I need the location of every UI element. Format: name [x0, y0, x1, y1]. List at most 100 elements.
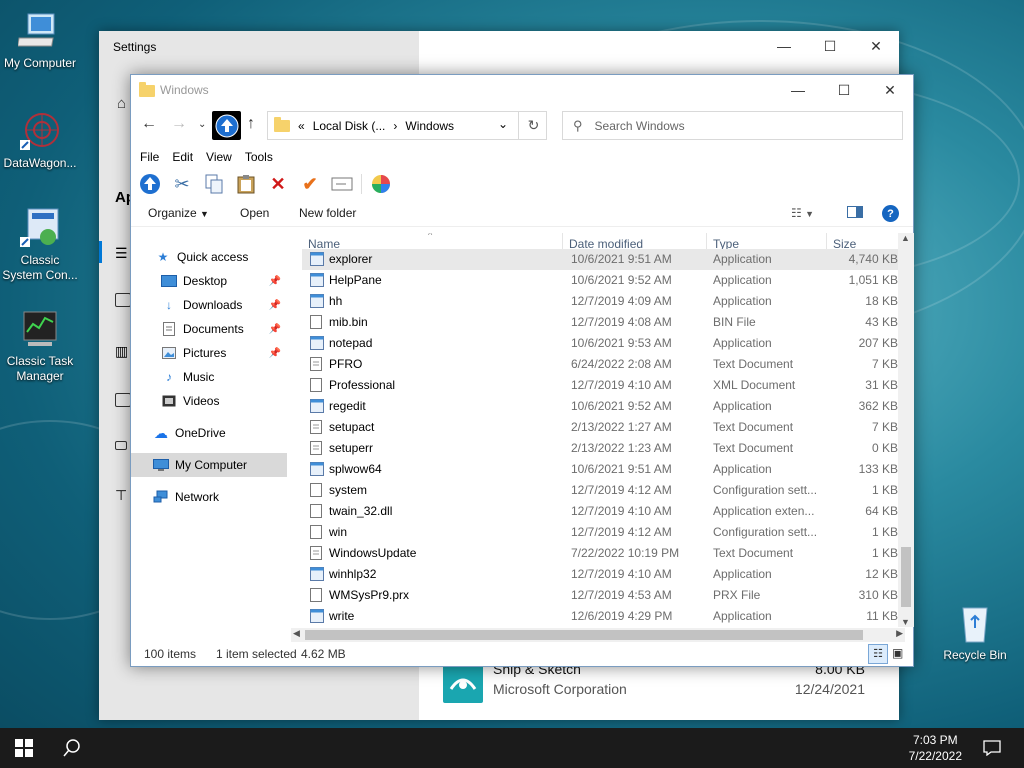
- nav-music[interactable]: ♪ Music: [161, 365, 287, 389]
- desktop-icon-datawagon[interactable]: DataWagon...: [0, 110, 80, 171]
- file-row[interactable]: WindowsUpdate 7/22/2022 10:19 PM Text Docu…: [302, 543, 902, 564]
- breadcrumb-windows[interactable]: Windows: [405, 119, 454, 133]
- rename-icon[interactable]: [329, 172, 355, 196]
- scroll-up-icon[interactable]: ▲: [901, 233, 910, 243]
- apply-check-icon[interactable]: ✔: [297, 172, 323, 196]
- nav-desktop[interactable]: Desktop 📌: [161, 269, 287, 293]
- nav-onedrive[interactable]: ☁ OneDrive: [153, 421, 309, 445]
- nav-quick-access[interactable]: ★ Quick access: [155, 245, 311, 269]
- file-row[interactable]: explorer 10/6/2021 9:51 AM Application 4,74…: [302, 249, 902, 270]
- file-type: Text Document: [713, 420, 794, 434]
- taskbar-clock[interactable]: 7:03 PM 7/22/2022: [909, 732, 962, 764]
- offline-maps-icon[interactable]: ▥: [115, 343, 131, 359]
- paste-icon[interactable]: [233, 172, 259, 196]
- up-folder-icon[interactable]: [137, 172, 163, 196]
- menu-view[interactable]: View: [206, 150, 239, 164]
- scroll-down-icon[interactable]: ▼: [901, 617, 910, 627]
- apps-websites-icon[interactable]: [115, 393, 131, 407]
- breadcrumb-separator[interactable]: ›: [393, 119, 397, 133]
- organize-button[interactable]: Organize ▼: [148, 206, 209, 220]
- search-button[interactable]: [48, 728, 96, 768]
- video-playback-icon[interactable]: [115, 441, 127, 450]
- file-row[interactable]: notepad 10/6/2021 9:53 AM Application 207 K…: [302, 333, 902, 354]
- menu-file[interactable]: File: [140, 150, 166, 164]
- file-row[interactable]: WMSysPr9.prx 12/7/2019 4:53 AM PRX File 310…: [302, 585, 902, 606]
- menu-edit[interactable]: Edit: [172, 150, 200, 164]
- file-row[interactable]: setuperr 2/13/2022 1:23 AM Text Document 0 …: [302, 438, 902, 459]
- file-row[interactable]: regedit 10/6/2021 9:52 AM Application 362 K…: [302, 396, 902, 417]
- file-row[interactable]: mib.bin 12/7/2019 4:08 AM BIN File 43 KB: [302, 312, 902, 333]
- forward-arrow-icon[interactable]: →: [171, 115, 187, 133]
- desktop-icon-classic-system-control[interactable]: Classic System Con...: [0, 207, 80, 283]
- scroll-right-icon[interactable]: ▶: [896, 628, 903, 639]
- default-apps-icon[interactable]: [115, 293, 131, 307]
- large-icons-view-icon[interactable]: ▣: [892, 646, 903, 660]
- vertical-scrollbar[interactable]: ▲ ▼: [898, 233, 914, 627]
- file-row[interactable]: twain_32.dll 12/7/2019 4:10 AM Application…: [302, 501, 902, 522]
- file-row[interactable]: splwow64 10/6/2021 9:51 AM Application 133 …: [302, 459, 902, 480]
- recent-dropdown-icon[interactable]: ⌄: [198, 119, 206, 130]
- new-folder-button[interactable]: New folder: [299, 206, 356, 220]
- start-button[interactable]: [0, 728, 48, 768]
- desktop-icon-classic-task-manager[interactable]: Classic Task Manager: [0, 308, 80, 384]
- address-overflow[interactable]: «: [298, 119, 305, 133]
- nav-downloads[interactable]: ↓ Downloads 📌: [161, 293, 287, 317]
- copy-icon[interactable]: [201, 172, 227, 196]
- file-row[interactable]: winhlp32 12/7/2019 4:10 AM Application 12 K…: [302, 564, 902, 585]
- back-arrow-icon[interactable]: ←: [141, 115, 157, 133]
- up-arrow-icon[interactable]: ↑: [247, 115, 255, 133]
- preview-pane-icon[interactable]: [847, 206, 863, 221]
- file-row[interactable]: system 12/7/2019 4:12 AM Configuration set…: [302, 480, 902, 501]
- help-icon[interactable]: ?: [882, 205, 899, 222]
- breadcrumb-local-disk[interactable]: Local Disk (...: [313, 119, 386, 133]
- nav-network[interactable]: Network: [153, 485, 309, 509]
- horizontal-scrollbar[interactable]: ◀ ▶: [291, 628, 905, 642]
- file-row[interactable]: hh 12/7/2019 4:09 AM Application 18 KB: [302, 291, 902, 312]
- properties-icon[interactable]: [368, 172, 394, 196]
- file-row[interactable]: Professional 12/7/2019 4:10 AM XML Documen…: [302, 375, 902, 396]
- close-button[interactable]: ✕: [853, 31, 899, 61]
- file-row[interactable]: HelpPane 10/6/2021 9:52 AM Application 1,05…: [302, 270, 902, 291]
- up-level-icon[interactable]: [212, 111, 241, 140]
- home-icon[interactable]: ⌂: [117, 95, 126, 112]
- desktop-icon-my-computer[interactable]: My Computer: [0, 10, 80, 71]
- maximize-button[interactable]: ☐: [821, 75, 867, 105]
- nav-label: Videos: [183, 394, 220, 408]
- file-row[interactable]: win 12/7/2019 4:12 AM Configuration sett..…: [302, 522, 902, 543]
- nav-videos[interactable]: Videos: [161, 389, 287, 413]
- details-view-icon[interactable]: ☷: [868, 644, 888, 664]
- refresh-button[interactable]: ↻: [518, 111, 548, 140]
- scroll-left-icon[interactable]: ◀: [293, 628, 300, 639]
- scroll-thumb[interactable]: [901, 547, 911, 607]
- nav-pictures[interactable]: Pictures 📌: [161, 341, 287, 365]
- scroll-thumb[interactable]: [305, 630, 863, 640]
- pin-icon[interactable]: 📌: [269, 348, 281, 359]
- file-date: 12/6/2019 4:29 PM: [571, 609, 673, 623]
- app-list-item-snip-sketch[interactable]: Snip & Sketch Microsoft Corporation 8.00…: [443, 661, 873, 711]
- search-box[interactable]: ⚲ Search Windows: [562, 111, 903, 140]
- file-row[interactable]: write 12/6/2019 4:29 PM Application 11 KB: [302, 606, 902, 627]
- close-button[interactable]: ✕: [867, 75, 913, 105]
- pin-icon[interactable]: 📌: [269, 300, 281, 311]
- address-dropdown-icon[interactable]: ⌄: [498, 117, 508, 131]
- nav-documents[interactable]: Documents 📌: [161, 317, 287, 341]
- notification-center-button[interactable]: [968, 728, 1016, 768]
- menu-tools[interactable]: Tools: [245, 150, 280, 164]
- file-row[interactable]: setupact 2/13/2022 1:27 AM Text Document 7 …: [302, 417, 902, 438]
- pin-icon[interactable]: 📌: [269, 276, 281, 287]
- explorer-titlebar[interactable]: Windows — ☐ ✕: [131, 75, 913, 107]
- address-bar[interactable]: « Local Disk (... › Windows ⌄: [267, 111, 547, 140]
- open-button[interactable]: Open: [240, 206, 269, 220]
- file-row[interactable]: PFRO 6/24/2022 2:08 AM Text Document 7 KB: [302, 354, 902, 375]
- maximize-button[interactable]: ☐: [807, 31, 853, 61]
- apps-features-icon[interactable]: ☰: [115, 245, 131, 261]
- delete-icon[interactable]: ✕: [265, 172, 291, 196]
- nav-my-computer[interactable]: My Computer: [131, 453, 287, 477]
- minimize-button[interactable]: —: [761, 31, 807, 61]
- view-options-icon[interactable]: ☷ ▼: [791, 206, 814, 220]
- minimize-button[interactable]: —: [775, 75, 821, 105]
- pin-icon[interactable]: 📌: [269, 324, 281, 335]
- cut-icon[interactable]: ✂: [169, 172, 195, 196]
- startup-icon[interactable]: ⊤: [115, 487, 131, 503]
- desktop-icon-recycle-bin[interactable]: Recycle Bin: [935, 602, 1015, 663]
